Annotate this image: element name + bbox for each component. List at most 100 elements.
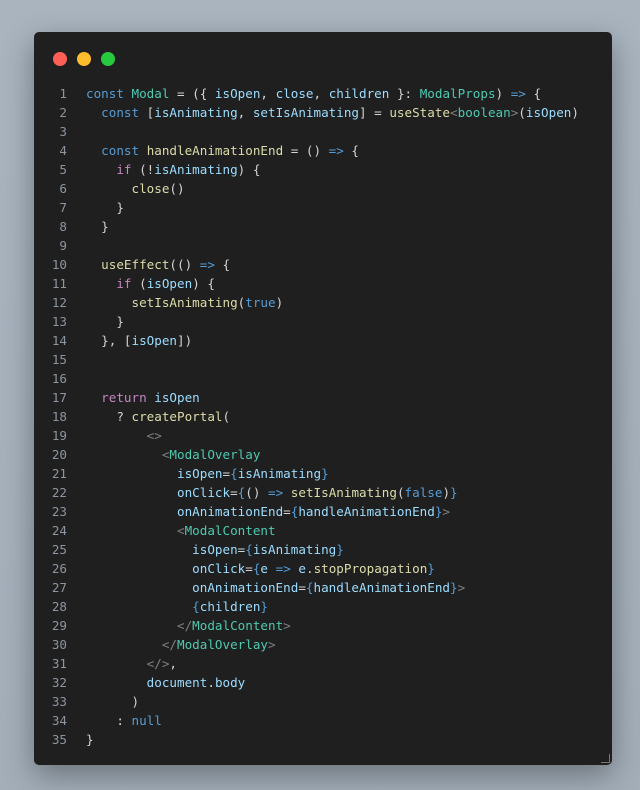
minimize-dot[interactable] bbox=[77, 52, 91, 66]
line-number: 17 bbox=[51, 390, 67, 405]
code-token: > bbox=[283, 618, 291, 633]
line-number: 22 bbox=[51, 485, 67, 500]
code-text: } bbox=[67, 198, 124, 217]
code-token: document bbox=[146, 675, 208, 690]
code-token: => bbox=[275, 561, 291, 576]
code-text: : null bbox=[67, 711, 162, 730]
code-token: body bbox=[214, 675, 246, 690]
code-token: . bbox=[207, 675, 215, 690]
code-line: 18 ? createPortal( bbox=[34, 407, 612, 426]
code-token: () bbox=[169, 181, 185, 196]
code-token: isAnimating bbox=[237, 466, 322, 481]
code-token: if bbox=[116, 276, 132, 291]
line-number: 25 bbox=[51, 542, 67, 557]
code-token: true bbox=[245, 295, 276, 310]
line-number: 31 bbox=[51, 656, 67, 671]
code-text: }, [isOpen]) bbox=[67, 331, 192, 350]
code-token: setIsAnimating bbox=[252, 105, 359, 120]
code-token: close bbox=[131, 181, 170, 196]
code-line: 21 isOpen={isAnimating} bbox=[34, 464, 612, 483]
code-token: onClick bbox=[177, 485, 231, 500]
code-token: => bbox=[268, 485, 284, 500]
code-token: boolean bbox=[457, 105, 511, 120]
close-dot[interactable] bbox=[53, 52, 67, 66]
code-token: } bbox=[86, 219, 109, 234]
code-line: 11 if (isOpen) { bbox=[34, 274, 612, 293]
code-token: (! bbox=[131, 162, 155, 177]
code-token: , bbox=[237, 105, 253, 120]
maximize-dot[interactable] bbox=[101, 52, 115, 66]
code-token: false bbox=[404, 485, 443, 500]
resize-handle-icon[interactable] bbox=[601, 754, 610, 763]
code-line: 13 } bbox=[34, 312, 612, 331]
code-text: <ModalOverlay bbox=[67, 445, 261, 464]
code-line: 6 close() bbox=[34, 179, 612, 198]
line-number: 33 bbox=[51, 694, 67, 709]
code-line: 3 bbox=[34, 122, 612, 141]
code-token: = ({ bbox=[169, 86, 215, 101]
code-line: 24 <ModalContent bbox=[34, 521, 612, 540]
code-line: 4 const handleAnimationEnd = () => { bbox=[34, 141, 612, 160]
code-text: onClick={e => e.stopPropagation} bbox=[67, 559, 435, 578]
code-line: 32 document.body bbox=[34, 673, 612, 692]
code-token: close bbox=[275, 86, 314, 101]
code-token: isOpen bbox=[154, 390, 200, 405]
code-line: 5 if (!isAnimating) { bbox=[34, 160, 612, 179]
code-token: ) { bbox=[192, 276, 215, 291]
code-token: () bbox=[245, 485, 269, 500]
code-token: = bbox=[245, 561, 253, 576]
code-text: useEffect(() => { bbox=[67, 255, 230, 274]
code-token: = bbox=[222, 466, 231, 481]
code-token: ) bbox=[571, 105, 579, 120]
line-number: 10 bbox=[51, 257, 67, 272]
code-line: 29 </ModalContent> bbox=[34, 616, 612, 635]
code-token: if bbox=[116, 162, 132, 177]
code-text: onClick={() => setIsAnimating(false)} bbox=[67, 483, 458, 502]
code-token: isAnimating bbox=[252, 542, 337, 557]
code-window: 1 const Modal = ({ isOpen, close, childre… bbox=[34, 32, 612, 765]
code-token: > bbox=[268, 637, 276, 652]
code-token: ModalContent bbox=[192, 618, 284, 633]
code-token: ) bbox=[442, 485, 451, 500]
code-text: {children} bbox=[67, 597, 268, 616]
code-text: const [isAnimating, setIsAnimating] = us… bbox=[67, 103, 579, 122]
code-line: 28 {children} bbox=[34, 597, 612, 616]
code-token: (() bbox=[169, 257, 200, 272]
code-token: isAnimating bbox=[154, 105, 238, 120]
code-token: => bbox=[510, 86, 526, 101]
line-number: 32 bbox=[51, 675, 67, 690]
code-token: </ bbox=[177, 618, 193, 633]
code-token: : bbox=[86, 713, 132, 728]
code-token: isOpen bbox=[177, 466, 223, 481]
code-line: 23 onAnimationEnd={handleAnimationEnd}> bbox=[34, 502, 612, 521]
code-token: onClick bbox=[192, 561, 246, 576]
line-number: 27 bbox=[51, 580, 67, 595]
code-token: ) bbox=[86, 694, 140, 709]
code-token: > bbox=[442, 504, 451, 519]
line-number: 9 bbox=[59, 238, 67, 253]
code-token: onAnimationEnd bbox=[177, 504, 284, 519]
line-number: 3 bbox=[59, 124, 67, 139]
code-token: } bbox=[260, 599, 269, 614]
line-number: 34 bbox=[51, 713, 67, 728]
code-editor[interactable]: 1 const Modal = ({ isOpen, close, childre… bbox=[34, 84, 612, 749]
line-number: 24 bbox=[51, 523, 67, 538]
code-line: 2 const [isAnimating, setIsAnimating] = … bbox=[34, 103, 612, 122]
code-token: <> bbox=[146, 428, 162, 443]
code-token: } bbox=[449, 580, 458, 595]
code-token: </ bbox=[161, 637, 177, 652]
line-number: 26 bbox=[51, 561, 67, 576]
